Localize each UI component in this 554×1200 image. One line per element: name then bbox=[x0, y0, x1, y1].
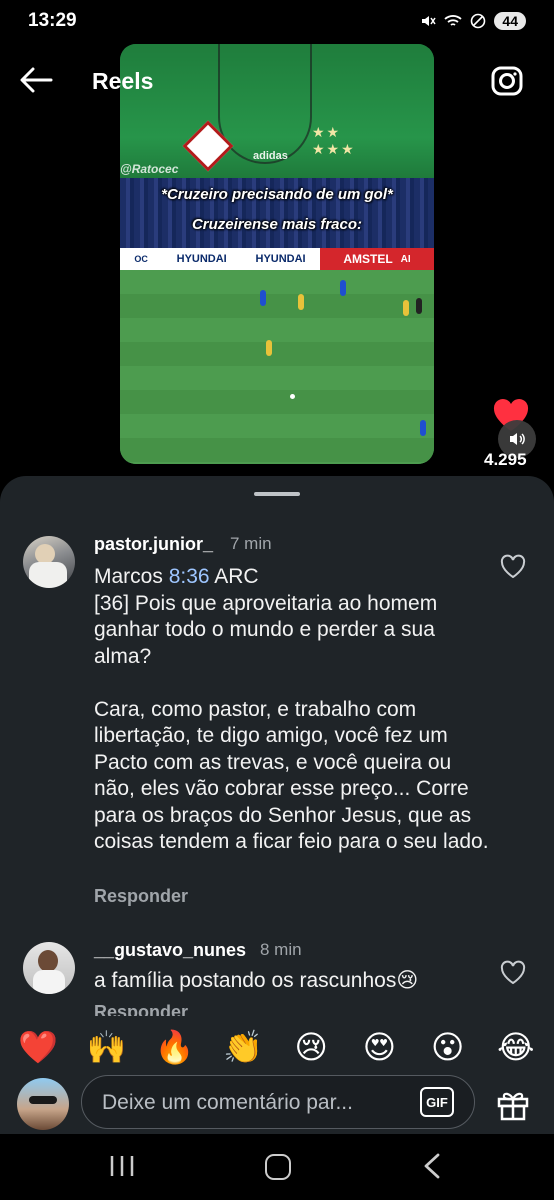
recents-icon[interactable] bbox=[108, 1154, 136, 1178]
reply-button[interactable]: Responder bbox=[94, 886, 188, 907]
player bbox=[266, 340, 272, 356]
comment-time: 7 min bbox=[230, 534, 272, 553]
comment-paragraph: [36] Pois que aproveitaria ao homem ganh… bbox=[94, 591, 438, 668]
player bbox=[420, 420, 426, 436]
comment-username[interactable]: __gustavo_nunes bbox=[94, 940, 246, 961]
battery-level: 44 bbox=[502, 13, 518, 29]
sheet-drag-handle[interactable] bbox=[254, 492, 300, 496]
emoji-fire-button[interactable]: 🔥 bbox=[152, 1031, 198, 1063]
reference-book: Marcos bbox=[94, 565, 169, 588]
dnd-icon bbox=[471, 13, 486, 29]
gif-button[interactable]: GIF bbox=[420, 1087, 454, 1117]
emoji-heart-eyes-button[interactable]: 😍 bbox=[356, 1031, 402, 1063]
video-caption-1: *Cruzeiro precisando de um gol* bbox=[161, 186, 393, 203]
football-pitch bbox=[120, 270, 434, 464]
ad-edge-right: AI bbox=[400, 253, 411, 265]
volume-icon bbox=[510, 433, 525, 445]
my-avatar[interactable] bbox=[17, 1078, 69, 1130]
ad-hyundai-1: HYUNDAI bbox=[176, 253, 227, 265]
comment-input-placeholder: Deixe um comentário par... bbox=[102, 1091, 353, 1114]
ad-hyundai-2: HYUNDAI bbox=[255, 253, 306, 265]
ad-board: OC HYUNDAI HYUNDAI AMSTEL AI bbox=[120, 248, 434, 270]
comment-username[interactable]: pastor.junior_ bbox=[94, 534, 213, 555]
emoji-reaction-bar: ❤️ 🙌 🔥 👏 😢 😍 😮 😂 bbox=[0, 1016, 554, 1078]
system-nav-bar bbox=[0, 1134, 554, 1200]
back-nav-icon[interactable] bbox=[420, 1152, 446, 1180]
avatar[interactable] bbox=[23, 942, 75, 994]
emoji-clap-button[interactable]: 👏 bbox=[220, 1031, 266, 1063]
comment-composer: Deixe um comentário par... GIF bbox=[0, 1072, 554, 1134]
wifi-icon bbox=[444, 15, 463, 26]
ad-amstel: AMSTEL AI bbox=[320, 248, 434, 270]
gif-label: GIF bbox=[426, 1094, 448, 1110]
battery-icon: 44 bbox=[494, 12, 526, 30]
mute-icon bbox=[422, 16, 437, 26]
player bbox=[403, 300, 409, 316]
comment-paragraph: Cara, como pastor, e trabalho com libert… bbox=[94, 697, 489, 854]
ball bbox=[290, 394, 295, 399]
emoji-laugh-button[interactable]: 😂 bbox=[493, 1031, 539, 1063]
page-title: Reels bbox=[92, 68, 154, 94]
emoji-heart-button[interactable]: ❤️ bbox=[15, 1031, 61, 1063]
home-icon[interactable] bbox=[265, 1154, 291, 1180]
camera-button[interactable] bbox=[490, 62, 526, 98]
comment-text: a família postando os rascunhos😢 bbox=[94, 969, 419, 992]
comment-time: 8 min bbox=[260, 940, 302, 959]
top-header: Reels bbox=[0, 52, 554, 108]
player bbox=[416, 298, 422, 314]
jersey-brand: adidas bbox=[253, 150, 288, 162]
comment-input[interactable]: Deixe um comentário par... GIF bbox=[81, 1075, 475, 1129]
back-button[interactable] bbox=[16, 62, 56, 98]
status-time: 13:29 bbox=[28, 10, 77, 31]
player bbox=[340, 280, 346, 296]
status-icons: 44 bbox=[420, 12, 526, 30]
ad-edge-left: OC bbox=[134, 254, 148, 264]
gift-icon[interactable] bbox=[495, 1086, 531, 1122]
emoji-cry-button[interactable]: 😢 bbox=[288, 1031, 334, 1063]
like-count: 4.295 bbox=[484, 450, 527, 469]
ad-hyundai: OC HYUNDAI HYUNDAI bbox=[120, 248, 320, 270]
heart-outline-icon[interactable] bbox=[500, 554, 526, 580]
emoji-surprised-button[interactable]: 😮 bbox=[425, 1031, 471, 1063]
emoji-raised-hands-button[interactable]: 🙌 bbox=[83, 1031, 129, 1063]
player bbox=[260, 290, 266, 306]
arrow-left-icon bbox=[20, 67, 53, 93]
comment-text: Marcos 8:36 ARC [36] Pois que aproveitar… bbox=[94, 564, 494, 856]
avatar[interactable] bbox=[23, 536, 75, 588]
reference-link[interactable]: 8:36 bbox=[169, 565, 210, 588]
comment-reference: Marcos 8:36 ARC bbox=[94, 564, 494, 591]
camera-icon bbox=[491, 66, 523, 96]
ad-amstel-label: AMSTEL bbox=[343, 252, 393, 266]
heart-outline-icon[interactable] bbox=[500, 960, 526, 986]
video-caption-2: Cruzeirense mais fraco: bbox=[191, 216, 363, 233]
player bbox=[298, 294, 304, 310]
status-bar: 13:29 44 bbox=[0, 0, 554, 42]
jersey-stars: ★★ ★★★ bbox=[312, 124, 356, 157]
reference-version: ARC bbox=[209, 565, 259, 588]
video-watermark: @Ratocec bbox=[120, 162, 179, 176]
